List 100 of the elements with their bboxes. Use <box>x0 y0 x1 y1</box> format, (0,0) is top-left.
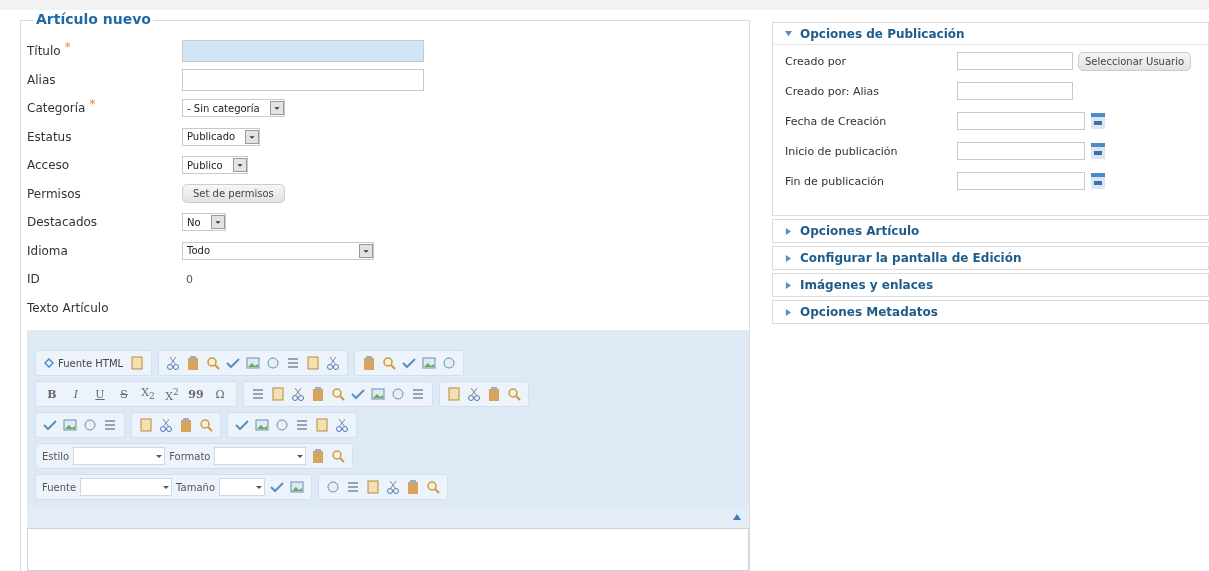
checkmark-icon[interactable] <box>234 417 250 433</box>
circle-icon[interactable] <box>274 417 290 433</box>
list-icon[interactable] <box>345 479 361 495</box>
dropdown-icon <box>269 101 284 116</box>
combo-field[interactable] <box>80 478 173 496</box>
combo-label: Tamaño <box>176 481 215 493</box>
scissors-icon[interactable] <box>334 417 350 433</box>
scissors-icon[interactable] <box>290 386 306 402</box>
format-button[interactable]: Ω <box>210 387 230 401</box>
magnifier-icon[interactable] <box>506 386 522 402</box>
fieldset-legend: Artículo nuevo <box>34 11 153 27</box>
caret-right-icon <box>785 227 792 235</box>
diamond-icon <box>44 358 54 368</box>
checkmark-icon[interactable] <box>350 386 366 402</box>
image-icon[interactable] <box>289 479 305 495</box>
checkmark-icon[interactable] <box>225 355 242 371</box>
magnifier-icon[interactable] <box>425 479 441 495</box>
magnifier-icon[interactable] <box>198 417 214 433</box>
combo-field[interactable] <box>219 478 265 496</box>
circle-icon[interactable] <box>441 355 458 371</box>
magnifier-icon[interactable] <box>330 386 346 402</box>
format-button[interactable]: B <box>42 387 62 401</box>
clipboard-icon[interactable] <box>486 386 502 402</box>
scissors-icon[interactable] <box>165 355 182 371</box>
document-icon[interactable] <box>305 355 322 371</box>
select-field[interactable]: Todo <box>182 241 374 260</box>
collapse-icon[interactable] <box>733 514 741 520</box>
format-button[interactable]: 99 <box>186 387 206 401</box>
scissors-icon[interactable] <box>158 417 174 433</box>
date-field[interactable] <box>957 172 1085 190</box>
select-user-button[interactable]: Seleccionar Usuario <box>1078 51 1192 71</box>
select-field[interactable]: - Sin categoría <box>182 99 285 118</box>
date-field[interactable] <box>957 112 1085 130</box>
list-icon[interactable] <box>102 417 118 433</box>
field-label: Permisos <box>27 186 81 201</box>
list-icon[interactable] <box>250 386 266 402</box>
field-label: Fecha de Creación <box>785 114 888 128</box>
permissions-button[interactable]: Set de permisos <box>182 184 285 204</box>
checkmark-icon[interactable] <box>401 355 418 371</box>
document-icon[interactable] <box>138 417 154 433</box>
source-button[interactable]: Fuente HTML <box>42 357 126 369</box>
document-icon[interactable] <box>446 386 462 402</box>
field-label: Alias <box>27 72 56 87</box>
select-field[interactable]: Publicado <box>182 127 261 146</box>
combo-label: Fuente <box>42 481 77 493</box>
date-field[interactable] <box>957 142 1085 160</box>
field-label: Idioma <box>27 243 68 258</box>
image-icon[interactable] <box>245 355 262 371</box>
checkmark-icon[interactable] <box>42 417 58 433</box>
image-icon[interactable] <box>62 417 78 433</box>
caret-down-icon <box>785 30 792 37</box>
image-icon[interactable] <box>370 386 386 402</box>
circle-icon[interactable] <box>82 417 98 433</box>
scissors-icon[interactable] <box>325 355 342 371</box>
caret-right-icon <box>785 254 792 262</box>
format-button[interactable]: U <box>90 387 110 401</box>
format-button[interactable]: S <box>114 387 134 401</box>
select-field[interactable]: Publico <box>182 156 248 175</box>
format-button[interactable]: X$_{2}$ <box>138 386 158 402</box>
circle-icon[interactable] <box>265 355 282 371</box>
text-field[interactable] <box>182 40 424 63</box>
combo-field[interactable] <box>73 447 166 465</box>
calendar-icon[interactable] <box>1091 113 1105 129</box>
magnifier-icon[interactable] <box>381 355 398 371</box>
text-field[interactable] <box>182 68 424 91</box>
circle-icon[interactable] <box>390 386 406 402</box>
field-label: Texto Artículo <box>27 300 109 315</box>
dropdown-icon <box>232 158 247 173</box>
calendar-icon[interactable] <box>1091 143 1105 159</box>
editor-text-area[interactable] <box>27 528 749 571</box>
document-icon[interactable] <box>129 355 146 371</box>
select-field[interactable]: No <box>182 213 226 232</box>
field-label: Categoría <box>27 101 86 116</box>
calendar-icon[interactable] <box>1091 173 1105 189</box>
image-icon[interactable] <box>421 355 438 371</box>
format-button[interactable]: X$^{2}$ <box>162 385 182 403</box>
checkmark-icon[interactable] <box>269 479 285 495</box>
clipboard-icon[interactable] <box>178 417 194 433</box>
field-label: Creado por <box>785 54 847 68</box>
dropdown-icon <box>210 215 225 230</box>
circle-icon[interactable] <box>325 479 341 495</box>
text-field[interactable] <box>957 52 1073 70</box>
caret-right-icon <box>785 281 792 289</box>
combo-field[interactable] <box>214 447 307 465</box>
field-label: Estatus <box>27 129 72 144</box>
document-icon[interactable] <box>270 386 286 402</box>
field-label: Fin de publicación <box>785 174 885 188</box>
scissors-icon[interactable] <box>385 479 401 495</box>
scissors-icon[interactable] <box>466 386 482 402</box>
document-icon[interactable] <box>314 417 330 433</box>
document-icon[interactable] <box>365 479 381 495</box>
list-icon[interactable] <box>294 417 310 433</box>
magnifier-icon[interactable] <box>330 448 347 464</box>
format-button[interactable]: I <box>66 387 86 401</box>
magnifier-icon[interactable] <box>205 355 222 371</box>
text-field[interactable] <box>957 82 1073 100</box>
clipboard-icon[interactable] <box>310 386 326 402</box>
list-icon[interactable] <box>410 386 426 402</box>
image-icon[interactable] <box>254 417 270 433</box>
clipboard-icon[interactable] <box>405 479 421 495</box>
